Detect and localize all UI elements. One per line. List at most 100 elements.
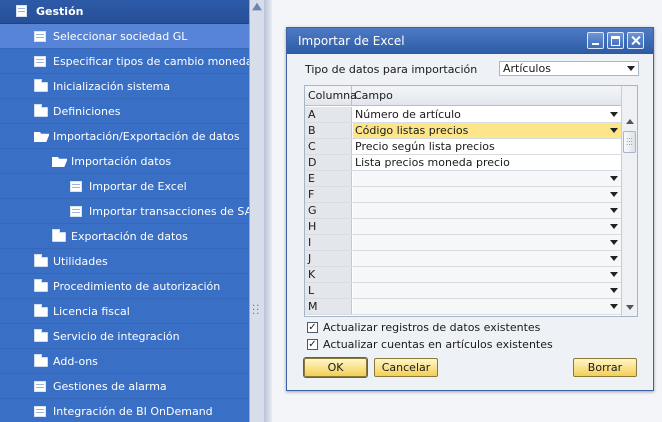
page-icon bbox=[34, 406, 46, 417]
field-cell[interactable]: Precio según lista precios bbox=[353, 139, 621, 154]
option-checkbox-row[interactable]: ✓ Actualizar cuentas en artículos existen… bbox=[307, 338, 607, 352]
checkbox[interactable]: ✓ bbox=[307, 322, 318, 333]
table-row[interactable]: L bbox=[305, 283, 621, 299]
nav-item-label: Exportación de datos bbox=[71, 230, 188, 243]
table-row[interactable]: M bbox=[305, 299, 621, 315]
nav-item[interactable]: Definiciones bbox=[0, 99, 249, 124]
chevron-down-icon[interactable] bbox=[610, 272, 618, 277]
chevron-down-icon[interactable] bbox=[610, 224, 618, 229]
chevron-down-icon[interactable] bbox=[627, 66, 635, 71]
field-cell-text: Código listas precios bbox=[355, 124, 469, 137]
chevron-down-icon[interactable] bbox=[610, 288, 618, 293]
nav-item-label: Definiciones bbox=[53, 105, 121, 118]
folder-open-icon bbox=[34, 131, 49, 142]
table-row[interactable]: J bbox=[305, 251, 621, 267]
nav-item[interactable]: Importación/Exportación de datos bbox=[0, 124, 249, 149]
dialog-title: Importar de Excel bbox=[298, 34, 405, 48]
nav-item[interactable]: Utilidades bbox=[0, 249, 249, 274]
nav-item[interactable]: Inicialización sistema bbox=[0, 74, 249, 99]
field-cell[interactable]: Número de artículo bbox=[353, 107, 621, 122]
field-cell[interactable] bbox=[353, 219, 621, 234]
page-icon bbox=[70, 181, 82, 192]
nav-item[interactable]: Servicio de integración bbox=[0, 324, 249, 349]
nav-item-label: Importación datos bbox=[71, 155, 172, 168]
nav-header[interactable]: Gestión bbox=[0, 0, 249, 24]
nav-header-label: Gestión bbox=[36, 5, 84, 18]
scroll-down-arrow-icon[interactable] bbox=[626, 305, 634, 310]
chevron-down-icon[interactable] bbox=[610, 192, 618, 197]
table-row[interactable]: E bbox=[305, 171, 621, 187]
chevron-down-icon[interactable] bbox=[610, 256, 618, 261]
cancel-button[interactable]: Cancelar bbox=[374, 358, 438, 377]
data-type-value: Artículos bbox=[503, 62, 551, 75]
field-cell[interactable] bbox=[353, 235, 621, 250]
table-row[interactable]: B Código listas precios bbox=[305, 123, 621, 139]
table-row[interactable]: C Precio según lista precios bbox=[305, 139, 621, 155]
nav-item[interactable]: Exportación de datos bbox=[0, 224, 249, 249]
close-icon[interactable] bbox=[627, 32, 644, 49]
delete-button[interactable]: Borrar bbox=[573, 358, 637, 377]
nav-item[interactable]: Importar transacciones de SAP Bu bbox=[0, 199, 249, 224]
field-cell[interactable] bbox=[353, 187, 621, 202]
nav-item[interactable]: Procedimiento de autorización bbox=[0, 274, 249, 299]
field-cell[interactable] bbox=[353, 171, 621, 186]
column-key-cell: G bbox=[305, 203, 352, 218]
grid-scrollbar[interactable]: ··· ··· ··· bbox=[621, 86, 637, 316]
nav-item-label: Seleccionar sociedad GL bbox=[53, 30, 188, 43]
data-type-select[interactable]: Artículos bbox=[499, 61, 639, 76]
nav-item[interactable]: Add-ons bbox=[0, 349, 249, 374]
nav-item-label: Gestiones de alarma bbox=[53, 380, 167, 393]
field-cell[interactable] bbox=[353, 203, 621, 218]
table-row[interactable]: D Lista precios moneda precio bbox=[305, 155, 621, 171]
field-cell[interactable]: Código listas precios bbox=[353, 123, 621, 138]
nav-item[interactable]: Importar de Excel bbox=[0, 174, 249, 199]
folder-open-icon bbox=[52, 156, 67, 167]
chevron-down-icon[interactable] bbox=[610, 128, 618, 133]
table-row[interactable]: I bbox=[305, 235, 621, 251]
folder-icon bbox=[34, 279, 48, 292]
maximize-icon[interactable] bbox=[607, 32, 624, 49]
minimize-icon[interactable] bbox=[587, 32, 604, 49]
table-row[interactable]: K bbox=[305, 267, 621, 283]
folder-icon bbox=[34, 79, 48, 92]
nav-item[interactable]: Licencia fiscal bbox=[0, 299, 249, 324]
table-row[interactable]: H bbox=[305, 219, 621, 235]
table-row[interactable]: G bbox=[305, 203, 621, 219]
checkbox[interactable]: ✓ bbox=[307, 339, 318, 350]
scroll-up-arrow-icon[interactable] bbox=[252, 2, 262, 11]
navigation-panel: Gestión Seleccionar sociedad GL Especific… bbox=[0, 0, 249, 422]
option-checkbox-row[interactable]: ✓ Actualizar registros de datos existente… bbox=[307, 321, 607, 335]
field-cell[interactable] bbox=[353, 251, 621, 266]
nav-item[interactable]: Importación datos bbox=[0, 149, 249, 174]
table-row[interactable]: F bbox=[305, 187, 621, 203]
page-icon bbox=[34, 381, 46, 392]
chevron-down-icon[interactable] bbox=[610, 112, 618, 117]
column-key-cell: E bbox=[305, 171, 352, 186]
column-key-cell: F bbox=[305, 187, 352, 202]
folder-icon bbox=[34, 254, 48, 267]
ok-button[interactable]: OK bbox=[304, 358, 367, 377]
column-key-cell: H bbox=[305, 219, 352, 234]
page-icon bbox=[34, 56, 46, 67]
nav-item[interactable]: Seleccionar sociedad GL bbox=[0, 24, 249, 49]
field-cell[interactable] bbox=[353, 283, 621, 298]
table-row[interactable]: A Número de artículo bbox=[305, 107, 621, 123]
field-cell[interactable] bbox=[353, 299, 621, 314]
resize-grip-icon[interactable]: ·· ·· ·· bbox=[252, 302, 260, 320]
nav-item-label: Procedimiento de autorización bbox=[53, 280, 221, 293]
nav-item[interactable]: Integración de BI OnDemand bbox=[0, 399, 249, 422]
chevron-down-icon[interactable] bbox=[610, 208, 618, 213]
chevron-down-icon[interactable] bbox=[610, 304, 618, 309]
nav-scrollbar[interactable] bbox=[249, 0, 264, 422]
field-cell[interactable]: Lista precios moneda precio bbox=[353, 155, 621, 170]
chevron-down-icon[interactable] bbox=[610, 240, 618, 245]
folder-icon bbox=[34, 104, 48, 117]
nav-item[interactable]: Gestiones de alarma bbox=[0, 374, 249, 399]
nav-item[interactable]: Especificar tipos de cambio moneda extra bbox=[0, 49, 249, 74]
field-cell[interactable] bbox=[353, 267, 621, 282]
scroll-up-arrow-icon[interactable] bbox=[626, 119, 634, 124]
panel-splitter[interactable] bbox=[264, 0, 272, 422]
chevron-down-icon[interactable] bbox=[610, 176, 618, 181]
scroll-thumb[interactable]: ··· ··· ··· bbox=[623, 131, 636, 153]
dialog-titlebar[interactable]: Importar de Excel bbox=[287, 28, 653, 54]
